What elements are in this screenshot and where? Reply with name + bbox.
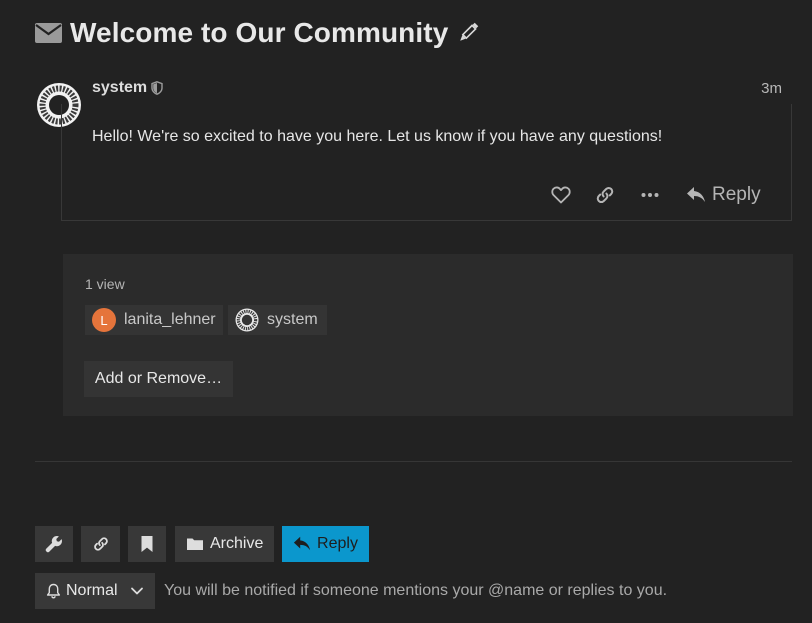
notification-level-dropdown[interactable]: Normal: [35, 573, 155, 609]
share-link-button[interactable]: [81, 526, 120, 562]
view-count: 1 view: [85, 276, 125, 292]
link-icon: [93, 537, 108, 551]
shield-icon: [151, 81, 163, 95]
post-reply-label: Reply: [712, 184, 761, 205]
pencil-icon[interactable]: [456, 21, 480, 45]
participant-chip-system[interactable]: system: [228, 305, 327, 335]
archive-button[interactable]: Archive: [175, 526, 274, 562]
chevron-down-icon: [130, 587, 143, 595]
admin-actions-button[interactable]: [35, 526, 73, 562]
envelope-icon: [35, 23, 62, 43]
participant-name: lanita_lehner: [124, 311, 216, 328]
folder-icon: [187, 538, 203, 550]
reply-icon: [293, 536, 311, 551]
heart-icon[interactable]: [550, 184, 572, 206]
bell-icon: [46, 583, 61, 599]
topic-title-row: Welcome to Our Community: [35, 14, 480, 52]
participant-chip-lanita[interactable]: L lanita_lehner: [85, 305, 223, 335]
more-options-icon[interactable]: [639, 184, 661, 206]
post-reply-button[interactable]: Reply: [686, 181, 761, 209]
participant-name: system: [267, 311, 318, 328]
reply-icon: [687, 187, 705, 202]
bookmark-button[interactable]: [128, 526, 166, 562]
topic-title[interactable]: Welcome to Our Community: [70, 17, 448, 49]
topic-page: Welcome to Our Community system 3m Hello…: [0, 0, 812, 623]
add-remove-button[interactable]: Add or Remove…: [84, 361, 233, 397]
topic-reply-label: Reply: [317, 535, 358, 552]
post-username[interactable]: system: [92, 79, 147, 97]
divider: [35, 461, 792, 462]
post-content: Hello! We're so excited to have you here…: [92, 128, 663, 145]
notification-level-label: Normal: [66, 582, 118, 599]
notification-description: You will be notified if someone mentions…: [164, 582, 668, 599]
topic-reply-button[interactable]: Reply: [282, 526, 369, 562]
wrench-icon: [45, 536, 62, 553]
post-body-box: [61, 104, 792, 221]
archive-label: Archive: [210, 535, 264, 552]
avatar: [235, 308, 259, 332]
avatar: L: [92, 308, 116, 332]
bookmark-icon: [141, 536, 153, 552]
link-icon[interactable]: [594, 184, 616, 206]
post-time[interactable]: 3m: [761, 80, 782, 97]
